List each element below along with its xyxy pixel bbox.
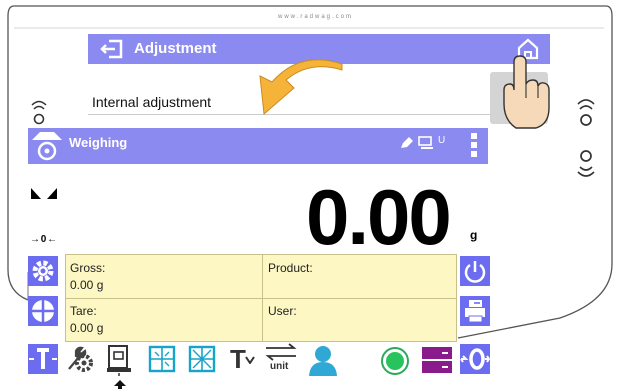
url-text: www.radwag.com bbox=[278, 14, 354, 20]
gear-icon bbox=[32, 260, 54, 282]
gross-value: 0.00 g bbox=[70, 278, 104, 292]
unit-indicator: U bbox=[438, 135, 446, 146]
right-proximity-sensor-top-icon bbox=[577, 99, 595, 126]
right-proximity-sensor-bottom-icon bbox=[577, 150, 595, 177]
weight-unit: g bbox=[470, 228, 478, 242]
tare-icon bbox=[29, 348, 57, 369]
mix-database-icon[interactable] bbox=[188, 345, 216, 373]
stability-indicator-icon bbox=[31, 188, 57, 199]
zero-indicator: → 0 ← bbox=[30, 234, 57, 245]
left-proximity-sensor-icon bbox=[31, 100, 47, 125]
quick-access-icon bbox=[32, 300, 54, 322]
status-ok-icon bbox=[381, 347, 409, 375]
weighing-title: Weighing bbox=[69, 135, 128, 150]
tare-value: 0.00 g bbox=[70, 321, 104, 335]
unit-change-button[interactable]: unit bbox=[262, 342, 300, 378]
curved-arrow-icon bbox=[259, 59, 343, 116]
adjustment-title: Adjustment bbox=[134, 40, 217, 57]
user-label[interactable]: User: bbox=[268, 304, 297, 319]
tare-button[interactable] bbox=[28, 344, 58, 374]
unit-label: unit bbox=[270, 361, 289, 372]
chevron-down-icon bbox=[245, 356, 255, 364]
info-fields-panel: Gross: 0.00 g Product: Tare: 0.00 g User… bbox=[65, 254, 457, 342]
arrow-up-icon bbox=[114, 380, 126, 389]
printer-icon bbox=[465, 300, 485, 323]
tare-label: Tare: bbox=[70, 304, 97, 318]
power-button[interactable] bbox=[460, 256, 490, 286]
user-icon[interactable] bbox=[308, 344, 338, 376]
menu-item-label: Internal adjustment bbox=[92, 94, 212, 110]
edit-icon bbox=[400, 137, 414, 149]
more-menu-icon[interactable] bbox=[470, 132, 478, 158]
settings-button[interactable] bbox=[28, 256, 58, 286]
wrench-gear-icon[interactable] bbox=[66, 345, 94, 373]
product-label[interactable]: Product: bbox=[268, 261, 313, 276]
favorites-button[interactable] bbox=[28, 296, 58, 326]
print-button[interactable] bbox=[460, 296, 490, 326]
zero-icon bbox=[460, 348, 490, 370]
unit-swap-icon bbox=[265, 343, 297, 361]
weighing-header: Weighing U bbox=[28, 128, 488, 164]
weight-reading: 0.00 bbox=[306, 173, 452, 261]
computer-icon bbox=[418, 136, 434, 150]
weighing-mode-icon[interactable] bbox=[30, 130, 64, 162]
gross-label: Gross: bbox=[70, 261, 106, 275]
tare-value-label: T bbox=[230, 344, 246, 374]
server-icon[interactable] bbox=[420, 345, 454, 375]
zero-button[interactable] bbox=[460, 344, 490, 374]
database-icon[interactable] bbox=[148, 345, 176, 373]
exit-icon[interactable] bbox=[100, 38, 124, 60]
power-icon bbox=[464, 261, 486, 283]
divider bbox=[66, 298, 456, 299]
tare-value-icon[interactable]: T bbox=[228, 344, 258, 374]
scale-print-icon[interactable] bbox=[105, 344, 133, 376]
pointing-hand-icon bbox=[503, 55, 550, 129]
